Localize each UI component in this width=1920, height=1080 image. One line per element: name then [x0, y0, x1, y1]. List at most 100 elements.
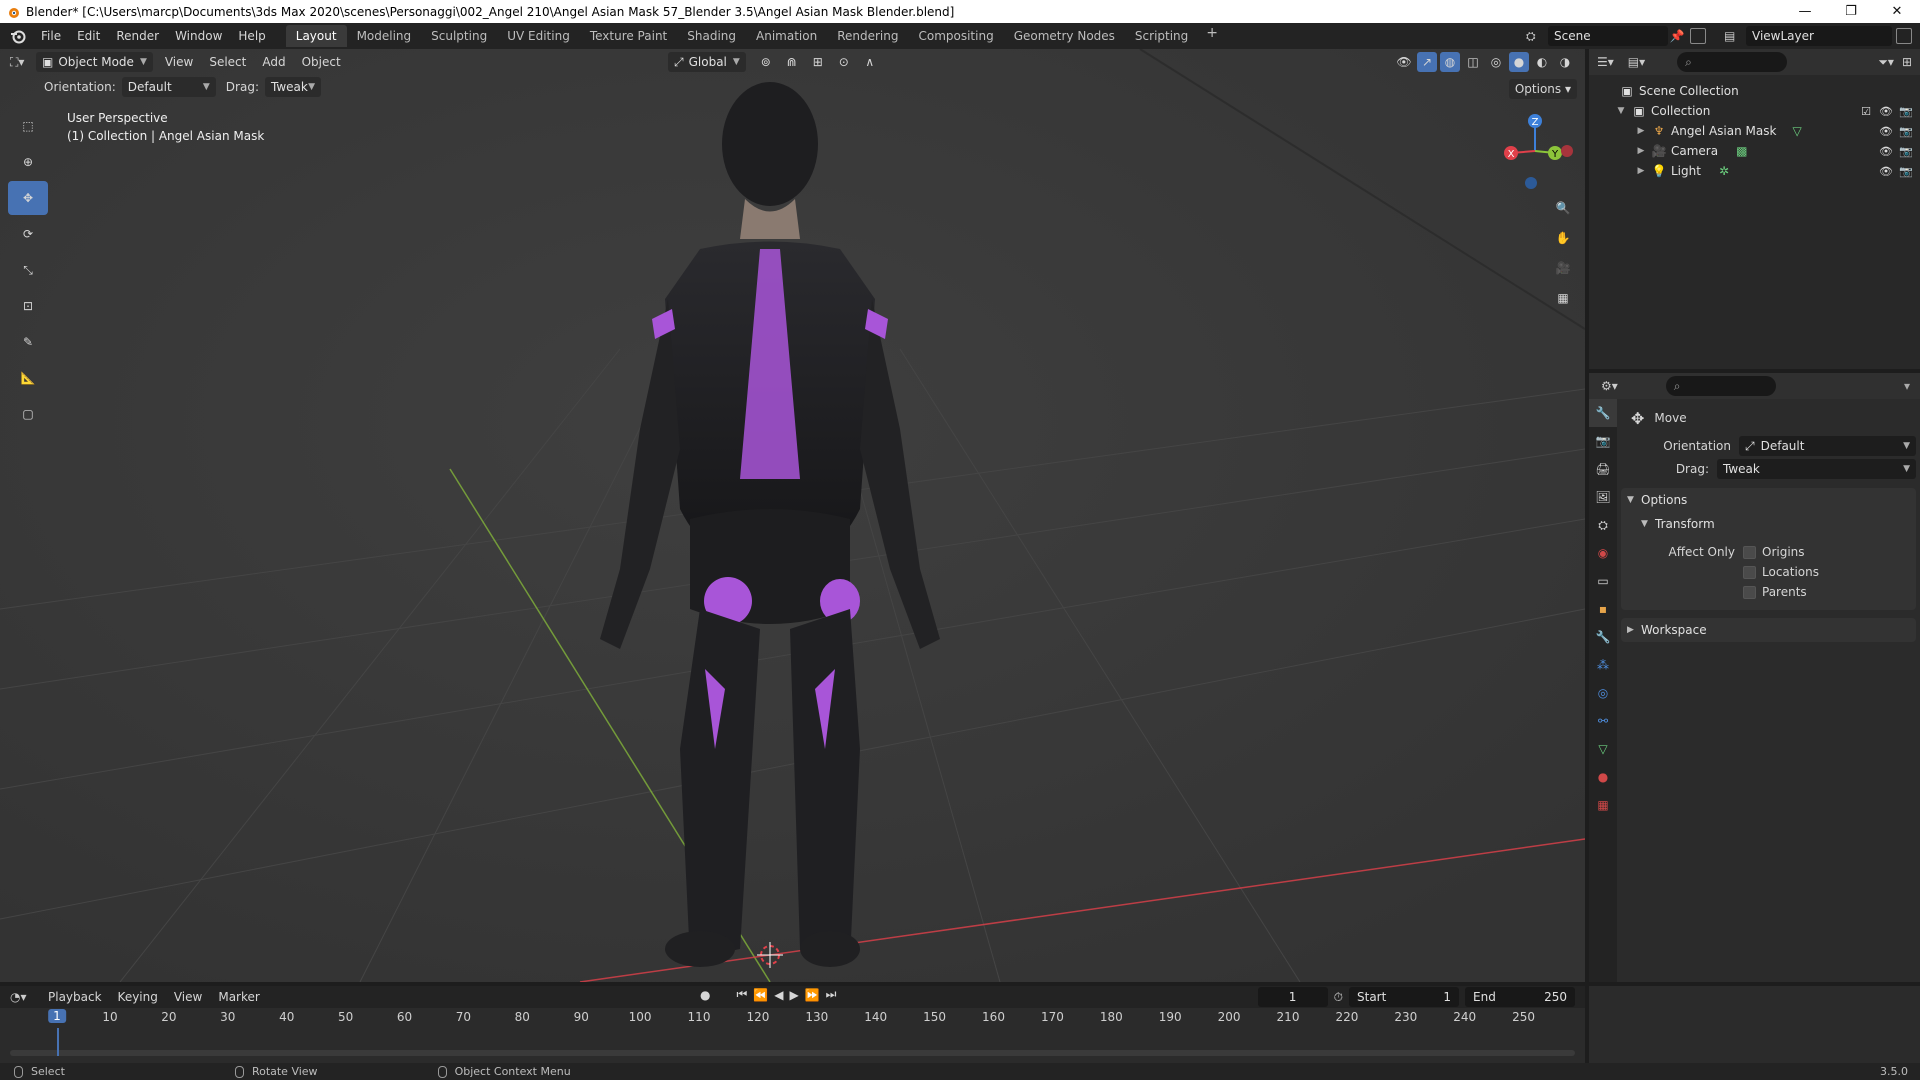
mode-dropdown[interactable]: ▣ Object Mode ▼ — [36, 52, 153, 72]
timeline-editor-icon[interactable]: ◔▾ — [10, 990, 40, 1004]
properties-search-input[interactable]: ⌕ — [1665, 376, 1776, 396]
overlay-toggle-icon[interactable]: ◍ — [1440, 52, 1460, 72]
display-mode-icon[interactable]: ▤▾ — [1628, 55, 1645, 69]
wireframe-shading-icon[interactable]: ◎ — [1486, 52, 1506, 72]
viewlayer-name-field[interactable]: ViewLayer — [1746, 26, 1892, 46]
options-panel-header[interactable]: ▼ Options — [1621, 488, 1916, 512]
scene-tab-icon[interactable]: ⛭ — [1589, 511, 1617, 539]
pivot-point-icon[interactable]: ⊚ — [756, 52, 776, 72]
constraints-tab-icon[interactable]: ⚯ — [1589, 707, 1617, 735]
scene-selector[interactable]: ⛭ Scene 📌 — [1526, 25, 1710, 47]
menu-help[interactable]: Help — [230, 25, 273, 47]
tab-scripting[interactable]: Scripting — [1125, 25, 1198, 47]
menu-window[interactable]: Window — [167, 25, 230, 47]
timeline-menu-marker[interactable]: Marker — [210, 990, 267, 1004]
object-tab-icon[interactable]: ▪ — [1589, 595, 1617, 623]
viewport-menu-view[interactable]: View — [157, 55, 201, 69]
editor-type-icon[interactable]: ⛶▾ — [10, 55, 36, 70]
outliner-scene-collection[interactable]: ▣ Scene Collection — [1589, 81, 1920, 101]
gizmo-neg-z[interactable] — [1525, 177, 1537, 189]
affect-locations-row[interactable]: Locations — [1621, 562, 1916, 582]
rendered-shading-icon[interactable]: ◑ — [1555, 52, 1575, 72]
viewport-options-button[interactable]: Options ▾ — [1508, 79, 1577, 99]
transform-orientation-dropdown[interactable]: ⤢ Global ▼ — [668, 52, 746, 72]
world-tab-icon[interactable]: ◉ — [1589, 539, 1617, 567]
viewport-menu-add[interactable]: Add — [254, 55, 293, 69]
new-collection-icon[interactable]: ⊞ — [1902, 55, 1912, 69]
outliner-collection[interactable]: ▼ ▣ Collection ☑ 👁 📷 — [1589, 101, 1920, 121]
current-frame-field[interactable]: 1 — [1257, 987, 1328, 1007]
jump-start-icon[interactable]: ⏮ — [736, 987, 747, 1002]
properties-options-icon[interactable]: ▾ — [1904, 379, 1910, 393]
jump-end-icon[interactable]: ⏭ — [826, 987, 837, 1002]
start-frame-field[interactable]: Start 1 — [1349, 987, 1459, 1007]
origins-checkbox[interactable] — [1743, 545, 1756, 559]
playhead-line[interactable] — [57, 1028, 59, 1056]
camera-data-icon[interactable]: ▩ — [1736, 144, 1747, 158]
close-button[interactable]: ✕ — [1874, 0, 1920, 23]
gizmo-neg-x[interactable] — [1561, 145, 1573, 157]
transform-tool-icon[interactable]: ⊡ — [8, 289, 48, 323]
clock-icon[interactable]: ⏱ — [1334, 990, 1343, 1005]
select-box-tool-icon[interactable]: ⬚ — [8, 109, 48, 143]
light-data-icon[interactable]: ✲ — [1719, 164, 1729, 178]
timeline-menu-view[interactable]: View — [166, 990, 210, 1004]
record-icon[interactable]: ● — [700, 988, 710, 1002]
modifier-tab-icon[interactable]: 🔧 — [1589, 623, 1617, 651]
gizmo-toggle-icon[interactable]: ↗ — [1417, 52, 1437, 72]
expand-arrow-icon[interactable]: ▼ — [1615, 106, 1627, 116]
locations-checkbox[interactable] — [1743, 565, 1756, 579]
zoom-icon[interactable]: 🔍 — [1549, 194, 1577, 222]
hide-eye-icon[interactable]: 👁 — [1878, 125, 1894, 138]
measure-tool-icon[interactable]: 📐 — [8, 361, 48, 395]
tab-modeling[interactable]: Modeling — [347, 25, 422, 47]
drag-prop-dropdown[interactable]: Tweak ▼ — [1717, 459, 1916, 479]
current-frame-marker[interactable]: 1 — [48, 1009, 66, 1023]
menu-edit[interactable]: Edit — [69, 25, 108, 47]
xray-icon[interactable]: ◫ — [1463, 52, 1483, 72]
snap-target-icon[interactable]: ⊞ — [808, 52, 828, 72]
rotate-tool-icon[interactable]: ⟳ — [8, 217, 48, 251]
navigation-gizmo[interactable]: Z Y X — [1495, 111, 1575, 191]
camera-view-icon[interactable]: 🎥 — [1549, 254, 1577, 282]
particles-tab-icon[interactable]: ⁂ — [1589, 651, 1617, 679]
minimize-button[interactable]: — — [1782, 0, 1828, 23]
tool-tab-icon[interactable]: 🔧 — [1589, 399, 1617, 427]
viewlayer-selector[interactable]: ▤ ViewLayer — [1724, 25, 1916, 47]
tab-layout[interactable]: Layout — [285, 25, 347, 47]
falloff-icon[interactable]: ∧ — [860, 52, 880, 72]
affect-parents-row[interactable]: Parents — [1621, 582, 1916, 602]
tool-orientation-dropdown[interactable]: Default ▼ — [121, 77, 216, 97]
expand-arrow-icon[interactable]: ▶ — [1635, 166, 1647, 176]
timeline-scrollbar[interactable] — [10, 1050, 1575, 1056]
material-tab-icon[interactable]: ● — [1589, 763, 1617, 791]
physics-tab-icon[interactable]: ◎ — [1589, 679, 1617, 707]
viewport-menu-object[interactable]: Object — [294, 55, 349, 69]
jump-keyframe-forward-icon[interactable]: ⏩ — [805, 988, 820, 1002]
texture-tab-icon[interactable]: ▦ — [1589, 791, 1617, 819]
new-scene-icon[interactable] — [1690, 28, 1706, 44]
viewport-menu-select[interactable]: Select — [201, 55, 254, 69]
orientation-prop-dropdown[interactable]: ⤢ Default ▼ — [1739, 436, 1916, 456]
tab-compositing[interactable]: Compositing — [908, 25, 1003, 47]
outliner-editor-icon[interactable]: ☰▾ — [1597, 55, 1614, 69]
timeline-menu-playback[interactable]: Playback — [40, 990, 110, 1004]
end-frame-field[interactable]: End 250 — [1465, 987, 1575, 1007]
ortho-grid-icon[interactable]: ▦ — [1549, 284, 1577, 312]
tab-animation[interactable]: Animation — [746, 25, 827, 47]
hide-eye-icon[interactable]: 👁 — [1878, 145, 1894, 158]
affect-origins-row[interactable]: Affect Only Origins — [1621, 542, 1916, 562]
render-camera-icon[interactable]: 📷 — [1898, 145, 1914, 158]
menu-render[interactable]: Render — [108, 25, 167, 47]
tab-shading[interactable]: Shading — [677, 25, 746, 47]
material-shading-icon[interactable]: ◐ — [1532, 52, 1552, 72]
scene-name-field[interactable]: Scene — [1548, 26, 1668, 46]
data-tab-icon[interactable]: ▽ — [1589, 735, 1617, 763]
blender-menu-icon[interactable] — [7, 25, 29, 47]
expand-arrow-icon[interactable]: ▶ — [1635, 126, 1647, 136]
tab-sculpting[interactable]: Sculpting — [421, 25, 497, 47]
hide-eye-icon[interactable]: 👁 — [1878, 105, 1894, 118]
outliner-search-input[interactable]: ⌕ — [1677, 52, 1788, 72]
tab-rendering[interactable]: Rendering — [827, 25, 908, 47]
add-workspace-button[interactable]: + — [1198, 25, 1226, 47]
